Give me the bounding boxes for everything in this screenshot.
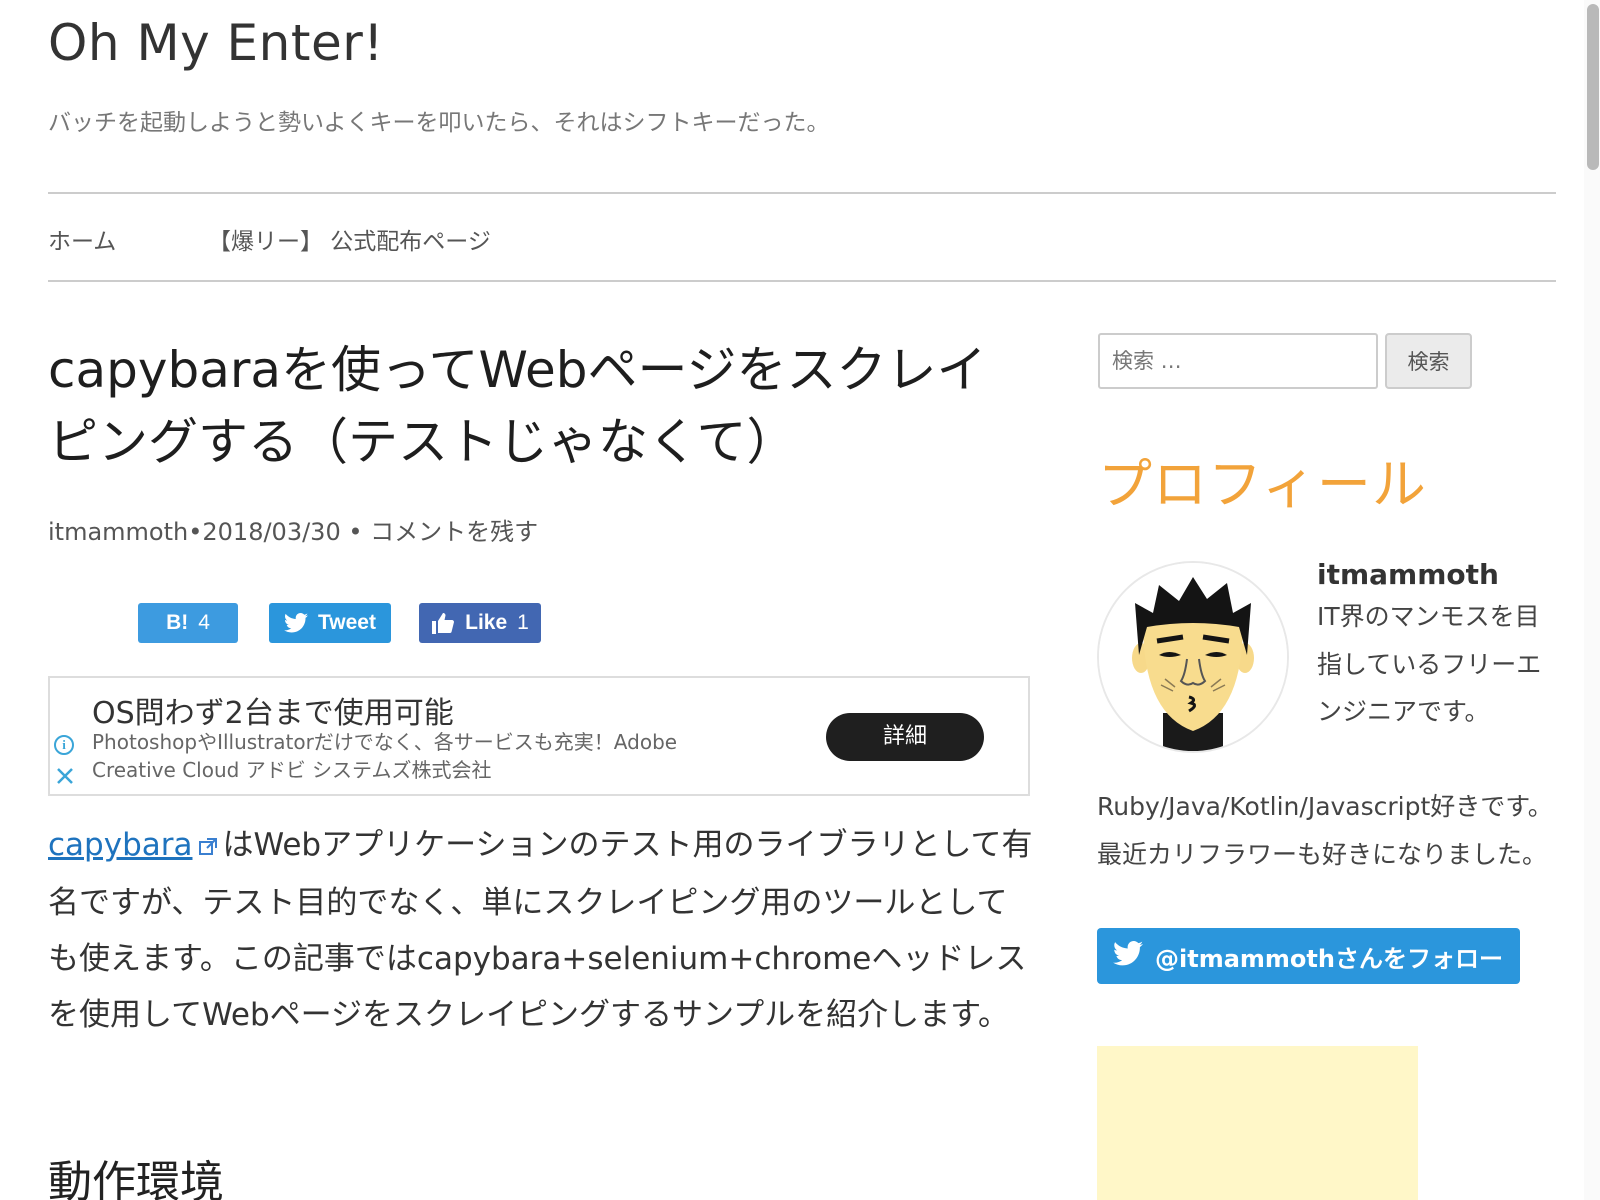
section-heading: 動作環境 xyxy=(48,1157,224,1200)
info-icon[interactable]: i xyxy=(54,735,74,755)
tweet-label: Tweet xyxy=(318,611,376,634)
site-description: バッチを起動しようと勢いよくキーを叩いたら、それはシフトキーだった。 xyxy=(48,110,830,136)
hatena-label: B! xyxy=(166,611,189,634)
meta-separator: • xyxy=(340,518,371,546)
ad-body: PhotoshopやIllustratorだけでなく、各サービスも充実！Adob… xyxy=(92,730,678,782)
ad-details-button[interactable]: 詳細 xyxy=(826,713,984,761)
tweet-button[interactable]: Tweet xyxy=(269,603,391,643)
ad-title[interactable]: OS問わず2台まで使用可能 xyxy=(92,688,454,732)
profile-heading: プロフィール xyxy=(1098,453,1427,516)
ad-banner[interactable]: i OS問わず2台まで使用可能 PhotoshopやIllustratorだけで… xyxy=(48,676,1030,796)
scrollbar-thumb[interactable] xyxy=(1587,4,1599,170)
sidebar-ad-slot[interactable] xyxy=(1097,1046,1418,1200)
article-text: はWebアプリケーションのテスト用のライブラリとして有名ですが、テスト目的でなく… xyxy=(48,827,1033,1033)
search-input[interactable] xyxy=(1098,333,1378,389)
page: Oh My Enter! バッチを起動しようと勢いよくキーを叩いたら、それはシフ… xyxy=(0,0,1600,1200)
post-meta: itmammoth•2018/03/30 • コメントを残す xyxy=(48,512,538,547)
hatena-count: 4 xyxy=(198,611,210,634)
nav-item-home[interactable]: ホーム xyxy=(48,222,116,256)
like-count: 1 xyxy=(517,611,529,634)
twitter-follow-button[interactable]: @itmammothさんをフォロー xyxy=(1097,928,1520,984)
close-icon[interactable] xyxy=(55,766,75,786)
main-nav: ホーム 【爆リー】 公式配布ページ xyxy=(48,192,1556,282)
thumbs-up-icon xyxy=(431,611,455,635)
article-paragraph: capybara はWebアプリケーションのテスト用のライブラリとして有名ですが、… xyxy=(48,817,1033,1043)
meta-separator: • xyxy=(188,518,203,546)
facebook-like-button[interactable]: Like 1 xyxy=(419,603,541,643)
profile-name: itmammoth xyxy=(1317,558,1499,591)
like-label: Like xyxy=(465,611,508,634)
twitter-bird-icon xyxy=(1113,940,1155,972)
post-title: capybaraを使ってWebページをスクレイピングする（テストじゃなくて） xyxy=(48,341,987,471)
nav-item-release-page[interactable]: 【爆リー】 公式配布ページ xyxy=(208,222,491,256)
post-date[interactable]: 2018/03/30 xyxy=(202,518,340,546)
site-title[interactable]: Oh My Enter! xyxy=(48,14,384,72)
post-author[interactable]: itmammoth xyxy=(48,518,188,546)
comment-link[interactable]: コメントを残す xyxy=(370,518,538,546)
follow-label: @itmammothさんをフォロー xyxy=(1155,944,1503,973)
profile-bio: IT界のマンモスを目指しているフリーエンジニアです。 Ruby/Java/Kot… xyxy=(1097,593,1557,878)
search-button[interactable]: 検索 xyxy=(1385,333,1472,389)
capybara-link[interactable]: capybara xyxy=(48,827,192,863)
external-link-icon xyxy=(198,819,218,875)
scrollbar-track[interactable] xyxy=(1584,0,1600,1200)
hatena-bookmark-button[interactable]: B! 4 xyxy=(138,603,238,643)
twitter-bird-icon xyxy=(284,613,309,633)
